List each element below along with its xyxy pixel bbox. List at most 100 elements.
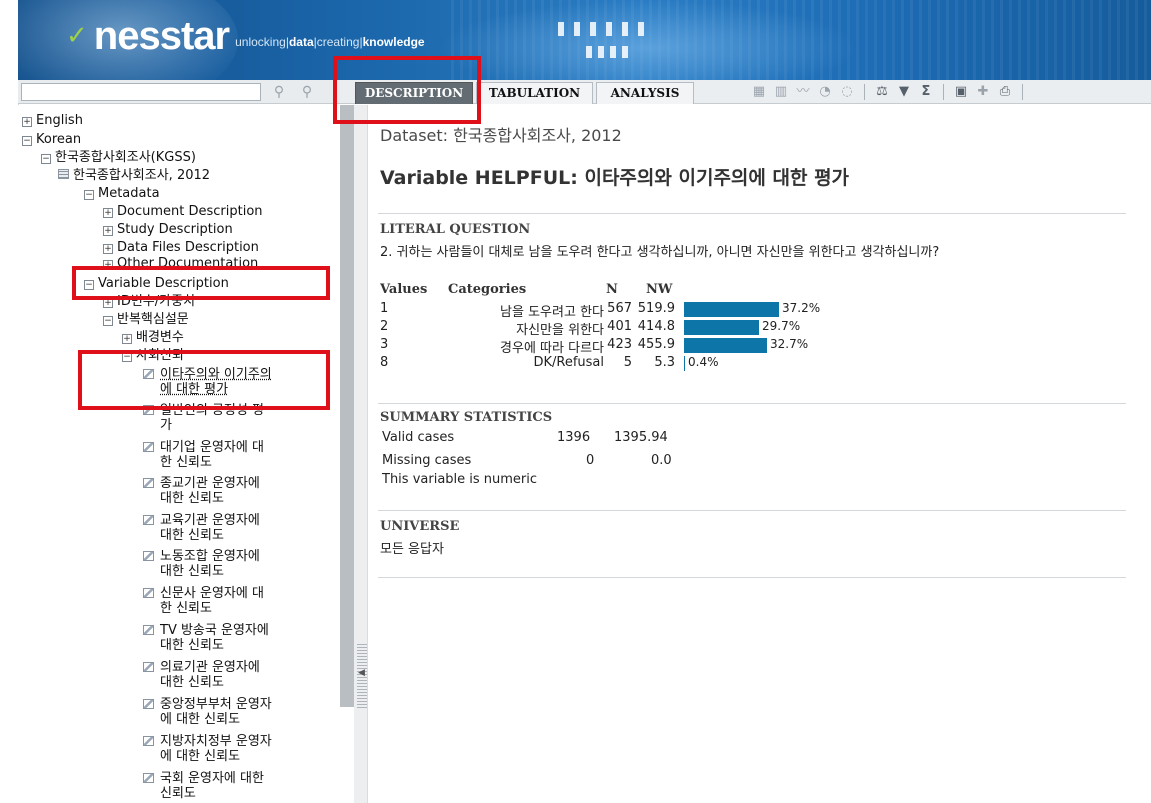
sidebar-scrollbar[interactable] — [340, 105, 354, 707]
summary-heading: SUMMARY STATISTICS — [380, 410, 553, 425]
annotation-box-description-tab — [333, 56, 481, 124]
row-nw: 519.9 — [637, 301, 675, 316]
tree-item-document-description[interactable]: + Document Description — [103, 204, 263, 219]
tree-item-background-vars[interactable]: + 배경변수 — [122, 330, 184, 345]
variable-item[interactable]: 신문사 운영자에 대한 신뢰도 — [143, 586, 310, 616]
missing-cases-nw: 0.0 — [651, 453, 672, 468]
collapse-icon[interactable]: − — [103, 316, 113, 326]
variable-icon — [143, 662, 154, 672]
dataset-icon — [58, 169, 69, 179]
missing-cases-n: 0 — [586, 453, 595, 468]
tree-item-kgss[interactable]: − 한국종합사회조사(KGSS) — [41, 150, 196, 165]
logo-check-icon: ✓ — [66, 21, 88, 51]
frequency-bar — [684, 338, 767, 353]
pie-chart-icon[interactable]: ◔ — [814, 84, 836, 100]
variable-icon — [143, 551, 154, 561]
toolbar-divider — [864, 84, 865, 100]
map-icon[interactable]: ◌ — [836, 84, 858, 100]
col-values: Values — [380, 282, 428, 297]
variable-item[interactable]: TV 방송국 운영자에 대한 신뢰도 — [143, 623, 310, 653]
tree-item-english[interactable]: + English — [22, 113, 83, 128]
bar-percent-label: 0.4% — [688, 355, 719, 369]
literal-question-heading: LITERAL QUESTION — [380, 222, 531, 237]
variable-icon — [143, 588, 154, 598]
row-nw: 455.9 — [637, 337, 675, 352]
toolbar: ▦ ▥ 〰 ◔ ◌ ⚖ ▼ Σ ▣ ✚ ⎙ — [748, 84, 1029, 100]
annotation-box-selected-variable — [78, 350, 330, 410]
logo-text: nesstar — [93, 14, 230, 58]
save-icon[interactable]: ▣ — [950, 84, 972, 100]
variable-icon — [143, 478, 154, 488]
sigma-icon[interactable]: Σ — [915, 84, 937, 100]
variable-item[interactable]: 국회 운영자에 대한 신뢰도 — [143, 771, 310, 801]
variable-item[interactable]: 중앙정부부처 운영자 에 대한 신뢰도 — [143, 697, 310, 727]
variable-icon — [143, 736, 154, 746]
bar-percent-label: 32.7% — [770, 337, 809, 351]
expand-icon[interactable]: + — [22, 117, 32, 127]
tree-item-data-files-description[interactable]: + Data Files Description — [103, 240, 259, 255]
variable-item[interactable]: 지방자치정부 운영자 에 대한 신뢰도 — [143, 734, 310, 764]
missing-cases-label: Missing cases — [382, 453, 472, 468]
search-bar: ⚲ ⚲ — [18, 80, 340, 104]
print-icon[interactable]: ⎙ — [994, 84, 1016, 100]
tree-item-korean[interactable]: − Korean — [22, 132, 81, 147]
annotation-box-variable-description — [72, 266, 330, 300]
universe-heading: UNIVERSE — [380, 519, 460, 534]
logo-tagline: unlocking|data|creating|knowledge — [235, 35, 425, 49]
variable-icon — [143, 625, 154, 635]
collapse-icon[interactable]: − — [84, 190, 94, 200]
valid-cases-nw: 1395.94 — [614, 430, 668, 445]
tree-item-core-module[interactable]: − 반복핵심설문 — [103, 312, 189, 327]
filter-icon[interactable]: ▼ — [893, 84, 915, 100]
bookmark-icon[interactable]: ✚ — [972, 84, 994, 100]
weight-icon[interactable]: ⚖ — [871, 84, 893, 100]
table-icon[interactable]: ▦ — [748, 84, 770, 100]
collapse-icon[interactable]: − — [41, 154, 51, 164]
dataset-label: Dataset: 한국종합사회조사, 2012 — [380, 126, 622, 145]
expand-icon[interactable]: + — [122, 334, 132, 344]
row-value: 2 — [380, 319, 389, 334]
row-nw: 5.3 — [654, 355, 675, 370]
advanced-search-icon[interactable]: ⚲ — [298, 83, 316, 101]
tab-analysis[interactable]: ANALYSIS — [596, 82, 694, 104]
search-icon[interactable]: ⚲ — [270, 83, 288, 101]
divider — [378, 213, 1126, 214]
variable-item[interactable]: 의료기관 운영자에 대한 신뢰도 — [143, 660, 310, 690]
frequency-bar — [684, 356, 685, 371]
search-input[interactable] — [21, 83, 261, 101]
bar-percent-label: 29.7% — [762, 319, 801, 333]
tree-item-dataset[interactable]: 한국종합사회조사, 2012 — [58, 168, 210, 183]
variable-item[interactable]: 교육기관 운영자에 대한 신뢰도 — [143, 513, 310, 543]
variable-item[interactable]: 종교기관 운영자에 대한 신뢰도 — [143, 476, 310, 506]
toolbar-divider — [1022, 84, 1023, 100]
variable-item[interactable]: 노동조합 운영자에 대한 신뢰도 — [143, 549, 310, 579]
col-nw: NW — [646, 282, 673, 297]
universe-text: 모든 응답자 — [380, 542, 444, 557]
line-chart-icon[interactable]: 〰 — [792, 84, 814, 100]
expand-icon[interactable]: + — [103, 244, 113, 254]
variable-icon — [143, 773, 154, 783]
valid-cases-n: 1396 — [557, 430, 591, 445]
tab-tabulation[interactable]: TABULATION — [476, 82, 593, 104]
row-value: 3 — [380, 337, 389, 352]
row-value: 8 — [380, 355, 389, 370]
bar-percent-label: 37.2% — [782, 301, 821, 315]
frequency-bar — [684, 320, 759, 335]
bar-chart-icon[interactable]: ▥ — [770, 84, 792, 100]
collapse-icon[interactable]: − — [22, 136, 32, 146]
expand-icon[interactable]: + — [103, 226, 113, 236]
col-n: N — [606, 282, 618, 297]
expand-icon[interactable]: + — [103, 208, 113, 218]
variable-icon — [143, 442, 154, 452]
divider — [378, 403, 1126, 404]
tree-item-study-description[interactable]: + Study Description — [103, 222, 233, 237]
valid-cases-label: Valid cases — [382, 430, 455, 445]
row-nw: 414.8 — [637, 319, 675, 334]
variable-item[interactable]: 대기업 운영자에 대한 신뢰도 — [143, 440, 310, 470]
row-value: 1 — [380, 301, 389, 316]
banner-glow — [438, 0, 858, 80]
collapse-arrow-icon[interactable]: ◀ — [358, 668, 365, 678]
tree-item-metadata[interactable]: − Metadata — [84, 186, 160, 201]
variable-icon — [143, 699, 154, 709]
header-banner: ✓ nesstar unlocking|data|creating|knowle… — [18, 0, 1151, 80]
